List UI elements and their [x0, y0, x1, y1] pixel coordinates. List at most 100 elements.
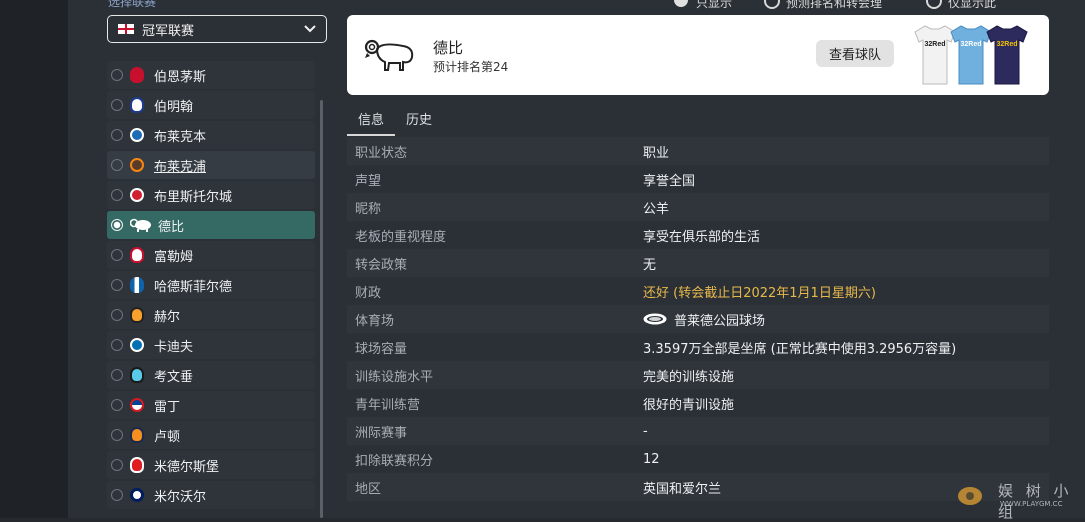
- info-value: 公羊: [643, 201, 670, 217]
- team-row-bournemouth[interactable]: 伯恩茅斯: [107, 61, 315, 89]
- stadium-value-wrap[interactable]: 普莱德公园球场: [643, 310, 765, 329]
- info-row-status: 职业状态 职业: [347, 137, 1049, 165]
- team-row-blackburn[interactable]: 布莱克本: [107, 121, 315, 149]
- team-row-reading[interactable]: 雷丁: [107, 391, 315, 419]
- radio-indicator: [111, 159, 123, 171]
- club-name: 德比: [433, 39, 464, 57]
- radio-indicator: [111, 129, 123, 141]
- radio-only-show-label: 仅显示此: [948, 0, 997, 10]
- team-name: 赫尔: [154, 309, 181, 325]
- info-value: 职业: [643, 145, 670, 161]
- info-label: 转会政策: [355, 257, 408, 273]
- chevron-down-icon: [304, 25, 316, 33]
- watermark-url: WWW.PLAYGM.CC: [1000, 500, 1063, 508]
- luton-crest-icon: [130, 427, 144, 443]
- predicted-rank: 预计排名第24: [433, 60, 509, 74]
- team-name: 卢顿: [154, 429, 181, 445]
- info-value: 3.3597万全部是坐席 (正常比赛中使用3.2956万容量): [643, 341, 957, 357]
- info-row-board-attention: 老板的重视程度 享受在俱乐部的生活: [347, 221, 1049, 249]
- millwall-crest-icon: [130, 488, 144, 502]
- radio-indicator: [111, 69, 123, 81]
- info-row-stadium: 体育场 普莱德公园球场: [347, 305, 1049, 333]
- view-team-button[interactable]: 查看球队: [816, 40, 894, 67]
- radio-indicator: [111, 279, 123, 291]
- stadium-icon: [643, 313, 667, 325]
- info-value: 享誉全国: [643, 173, 696, 189]
- team-row-millwall[interactable]: 米尔沃尔: [107, 481, 315, 509]
- team-row-middlesbrough[interactable]: 米德尔斯堡: [107, 451, 315, 479]
- info-row-region: 地区 英国和爱尔兰: [347, 473, 1049, 501]
- league-dropdown[interactable]: 冠军联赛: [107, 15, 327, 43]
- tab-history[interactable]: 历史: [395, 103, 443, 136]
- info-label: 训练设施水平: [355, 369, 434, 385]
- team-name: 雷丁: [154, 399, 181, 415]
- team-name: 德比: [158, 219, 185, 235]
- team-name: 布莱克浦: [154, 159, 207, 175]
- coventry-crest-icon: [130, 367, 144, 383]
- outer-sidebar: [0, 0, 68, 518]
- huddersfield-crest-icon: [130, 277, 144, 293]
- tab-info[interactable]: 信息: [347, 103, 396, 136]
- info-row-nickname: 昵称 公羊: [347, 193, 1049, 221]
- blackburn-crest-icon: [130, 128, 144, 142]
- team-name: 伯恩茅斯: [154, 69, 207, 85]
- radio-indicator: [111, 459, 123, 471]
- club-browser-panel: 选择联赛 只显示 预测排名和转会理 仅显示此 冠军联赛 伯恩茅斯 伯明翰 布莱克…: [68, 0, 1085, 521]
- team-row-coventry[interactable]: 考文垂: [107, 361, 315, 389]
- team-row-derby[interactable]: 德比: [107, 211, 315, 239]
- bristol-city-crest-icon: [130, 188, 144, 202]
- info-label: 洲际赛事: [355, 425, 408, 441]
- radio-indicator: [111, 99, 123, 111]
- hull-crest-icon: [130, 307, 144, 323]
- info-value: 享受在俱乐部的生活: [643, 229, 761, 245]
- info-row-youth-facilities: 青年训练营 很好的青训设施: [347, 389, 1049, 417]
- team-list-scrollbar[interactable]: [320, 100, 323, 518]
- info-label: 老板的重视程度: [355, 229, 447, 245]
- team-name: 考文垂: [154, 369, 194, 385]
- third-kit-sponsor: 32Red: [996, 41, 1017, 48]
- team-row-cardiff[interactable]: 卡迪夫: [107, 331, 315, 359]
- info-value: -: [643, 423, 648, 439]
- team-name: 富勒姆: [154, 249, 194, 265]
- radio-selected-indicator: [111, 219, 123, 231]
- info-row-reputation: 声望 享誉全国: [347, 165, 1049, 193]
- team-row-huddersfield[interactable]: 哈德斯菲尔德: [107, 271, 315, 299]
- info-row-transfer-policy: 转会政策 无: [347, 249, 1049, 277]
- radio-predicted-rank-label: 预测排名和转会理: [786, 0, 883, 10]
- team-row-birmingham[interactable]: 伯明翰: [107, 91, 315, 119]
- radio-show-only[interactable]: [674, 0, 688, 7]
- stadium-name: 普莱德公园球场: [674, 313, 766, 329]
- radio-predicted-rank[interactable]: [764, 0, 780, 9]
- radio-indicator: [111, 309, 123, 321]
- radio-indicator: [111, 339, 123, 351]
- info-label: 职业状态: [355, 145, 408, 161]
- team-name: 布莱克本: [154, 129, 207, 145]
- radio-indicator: [111, 249, 123, 261]
- info-value: 完美的训练设施: [643, 369, 735, 385]
- team-row-luton[interactable]: 卢顿: [107, 421, 315, 449]
- team-name: 卡迪夫: [154, 339, 194, 355]
- team-kits-image: 32Red 32Red 32Red: [914, 25, 1028, 85]
- team-row-bristol-city[interactable]: 布里斯托尔城: [107, 181, 315, 209]
- team-row-hull[interactable]: 赫尔: [107, 301, 315, 329]
- finances-value[interactable]: 还好 (转会截止日2022年1月1日星期六): [643, 282, 876, 301]
- away-kit-sponsor: 32Red: [960, 41, 981, 48]
- team-row-blackpool[interactable]: 布莱克浦: [107, 151, 315, 179]
- team-name: 哈德斯菲尔德: [154, 279, 233, 295]
- radio-indicator: [111, 369, 123, 381]
- team-name: 伯明翰: [154, 99, 194, 115]
- info-label: 声望: [355, 173, 382, 189]
- club-header-card: 德比 预计排名第24 查看球队 32Red 32Red 32Red: [347, 15, 1049, 95]
- info-label: 球场容量: [355, 341, 408, 357]
- radio-indicator: [111, 189, 123, 201]
- info-label: 扣除联赛积分: [355, 453, 434, 469]
- team-row-fulham[interactable]: 富勒姆: [107, 241, 315, 269]
- radio-only-show[interactable]: [926, 0, 942, 9]
- league-select-label: 选择联赛: [108, 0, 157, 9]
- home-kit-sponsor: 32Red: [924, 41, 945, 48]
- radio-indicator: [111, 489, 123, 501]
- info-value: 很好的青训设施: [643, 397, 735, 413]
- england-flag-icon: [118, 24, 134, 34]
- club-tabs: 信息 历史: [347, 103, 443, 136]
- info-label: 财政: [355, 285, 382, 301]
